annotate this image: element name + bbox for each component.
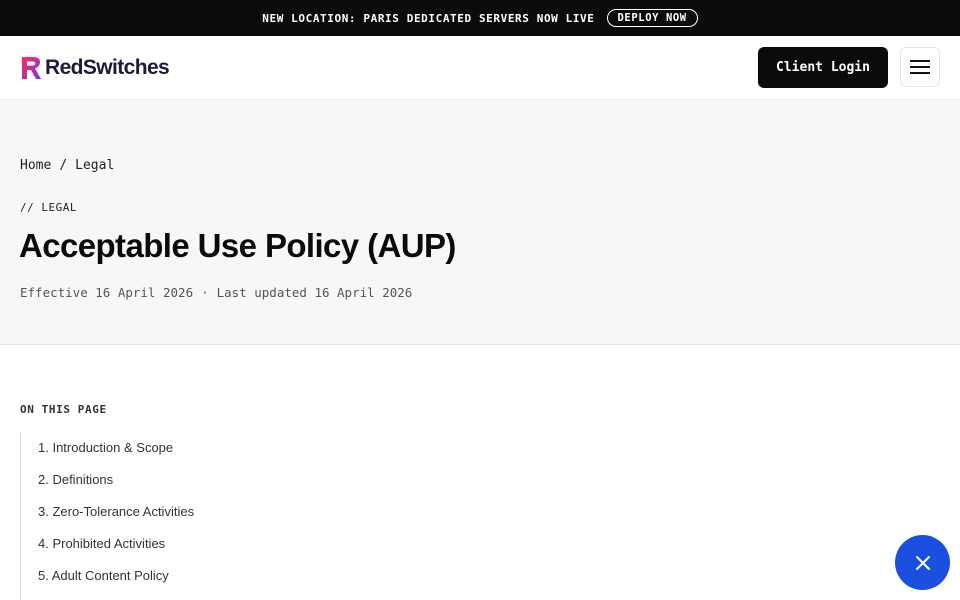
announcement-text: NEW LOCATION: PARIS DEDICATED SERVERS NO… (262, 11, 595, 25)
announcement-bar: NEW LOCATION: PARIS DEDICATED SERVERS NO… (0, 0, 960, 36)
menu-button[interactable] (900, 47, 940, 87)
breadcrumb-legal-link[interactable]: Legal (75, 158, 114, 173)
breadcrumb: Home / Legal (20, 158, 114, 173)
page-hero: Home / Legal // LEGAL Acceptable Use Pol… (0, 100, 960, 345)
site-header: RedSwitches Client Login (0, 36, 960, 100)
toc-heading: ON THIS PAGE (20, 403, 107, 416)
logo[interactable]: RedSwitches (20, 55, 170, 81)
deploy-now-button[interactable]: DEPLOY NOW (606, 9, 698, 27)
toc-link-introduction[interactable]: 1. Introduction & Scope (38, 432, 173, 462)
close-icon (915, 555, 930, 570)
table-of-contents: 1. Introduction & Scope 2. Definitions 3… (20, 432, 320, 600)
policy-dates: Effective 16 April 2026 · Last updated 1… (20, 285, 412, 300)
toc-link-adult-content[interactable]: 5. Adult Content Policy (38, 560, 169, 590)
toc-link-definitions[interactable]: 2. Definitions (38, 464, 113, 494)
floating-close-button[interactable] (895, 535, 950, 590)
redswitches-logo-icon (22, 57, 41, 79)
toc-link-zero-tolerance[interactable]: 3. Zero-Tolerance Activities (38, 496, 194, 526)
client-login-button[interactable]: Client Login (758, 47, 888, 88)
toc-link-prohibited[interactable]: 4. Prohibited Activities (38, 528, 165, 558)
page-title: Acceptable Use Policy (AUP) (19, 227, 456, 264)
meta-separator: · (201, 285, 209, 300)
hamburger-menu-icon (910, 60, 930, 74)
last-updated-date: Last updated 16 April 2026 (216, 285, 413, 300)
breadcrumb-separator: / (59, 158, 68, 173)
breadcrumb-home-link[interactable]: Home (20, 158, 51, 173)
section-eyebrow: // LEGAL (20, 201, 77, 214)
effective-date: Effective 16 April 2026 (20, 285, 194, 300)
logo-wordmark: RedSwitches (45, 56, 170, 79)
